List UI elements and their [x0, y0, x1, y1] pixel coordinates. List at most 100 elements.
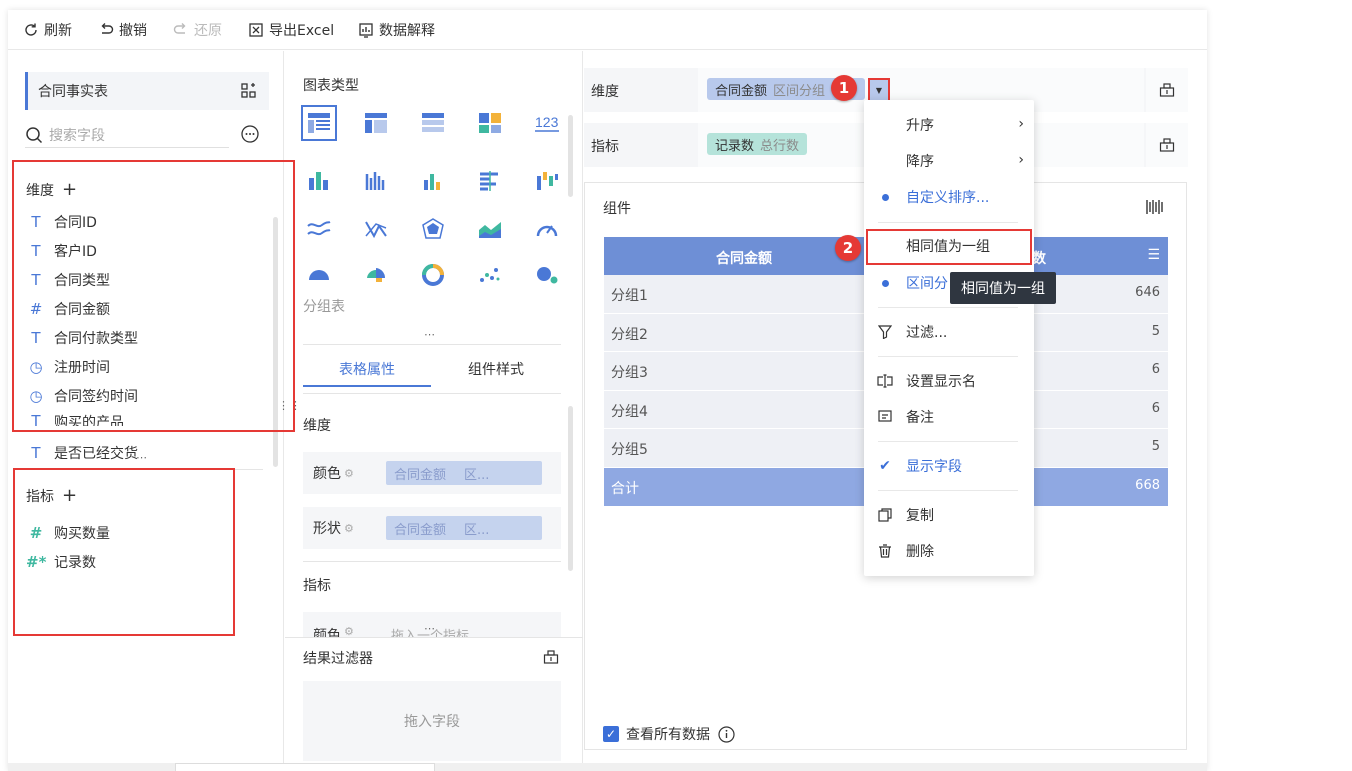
menu-copy[interactable]: 复制 — [864, 501, 1034, 529]
field-item[interactable]: T 是否已经交货 — [26, 442, 138, 464]
measure-row-settings[interactable] — [1146, 123, 1188, 167]
divider — [303, 561, 561, 562]
group-table-icon[interactable] — [301, 105, 337, 141]
color-field-pill[interactable]: 合同金额 区... — [386, 461, 542, 485]
number-card-icon[interactable]: 123 — [529, 105, 565, 141]
dimension-dropdown-toggle[interactable]: ▼ — [868, 78, 890, 102]
field-search[interactable]: 搜索字段 — [25, 122, 229, 148]
waterfall-chart-icon[interactable] — [529, 163, 565, 199]
menu-delete[interactable]: 删除 — [864, 537, 1034, 565]
menu-divider — [878, 356, 1018, 357]
selected-dot-icon — [864, 193, 906, 201]
menu-custom-sort[interactable]: 自定义排序... — [864, 183, 1034, 211]
tab-table-properties[interactable]: 表格属性 — [303, 353, 431, 387]
resize-handle-icon[interactable]: ⋯ — [424, 329, 436, 340]
shape-field-pill[interactable]: 合同金额 区... — [386, 516, 542, 540]
menu-set-display-name[interactable]: 设置显示名 — [864, 367, 1034, 395]
tab-component-style[interactable]: 组件样式 — [431, 353, 561, 387]
view-all-checkbox[interactable]: ✓ — [603, 726, 619, 742]
step-badge: 1 — [831, 75, 857, 101]
settings-icon[interactable]: ⚙ — [344, 467, 354, 480]
menu-filter[interactable]: 过滤... — [864, 318, 1034, 346]
value-cell: 5 — [1151, 323, 1160, 339]
measure-row-label: 指标 — [591, 139, 619, 155]
search-icon — [26, 126, 43, 143]
table-selector[interactable]: 合同事实表 — [25, 72, 269, 110]
measure-field-pill[interactable]: 记录数 总行数 — [707, 133, 808, 155]
horizontal-bar-icon[interactable] — [472, 163, 508, 199]
redo-button[interactable]: 还原 — [173, 20, 222, 40]
excel-icon — [249, 23, 263, 37]
stacked-bar-icon[interactable] — [301, 163, 337, 199]
cross-table-icon[interactable] — [358, 105, 394, 141]
group-cell: 分组3 — [611, 365, 648, 381]
resize-handle-icon[interactable]: ⋯ — [136, 452, 148, 463]
more-icon[interactable] — [241, 125, 259, 143]
explain-data-icon — [359, 23, 373, 38]
undo-button[interactable]: 撤销 — [98, 20, 147, 40]
barcode-icon[interactable] — [1146, 199, 1164, 215]
area-chart-icon[interactable] — [472, 211, 508, 247]
bottom-tab[interactable] — [175, 763, 435, 771]
rose-chart-icon[interactable] — [358, 257, 394, 293]
menu-show-field[interactable]: ✔ 显示字段 — [864, 452, 1034, 480]
detail-table-icon[interactable] — [415, 105, 451, 141]
menu-label: 显示字段 — [906, 459, 962, 475]
menu-label: 自定义排序... — [906, 190, 990, 206]
table-header-cell[interactable]: 合同金额 — [716, 248, 772, 268]
menu-divider — [878, 222, 1018, 223]
resize-handle-icon[interactable]: ⋯ — [424, 623, 436, 634]
line-chart-icon[interactable] — [301, 211, 337, 247]
menu-label: 过滤... — [906, 325, 948, 341]
bubble-chart-icon[interactable] — [529, 257, 565, 293]
export-excel-button[interactable]: 导出Excel — [248, 20, 334, 40]
bar-chart-icon[interactable] — [415, 163, 451, 199]
table-header-cell[interactable]: 数 — [1032, 248, 1046, 268]
copy-icon — [864, 508, 906, 522]
group-cell: 分组4 — [611, 403, 648, 420]
menu-note[interactable]: 备注 — [864, 403, 1034, 431]
pie-chart-icon[interactable] — [301, 257, 337, 293]
shape-property-row[interactable]: 形状 ⚙ 合同金额 区... — [303, 507, 561, 549]
app-window: 刷新 撤销 还原 导出Excel 数据解释 合同事实表 搜索字段 维度 + T … — [8, 10, 1207, 771]
filter-settings-icon[interactable] — [543, 649, 559, 665]
menu-label: 升序 — [906, 118, 934, 134]
menu-label: 备注 — [906, 410, 934, 426]
dimension-highlight-box — [12, 160, 295, 432]
caret-down-icon: ▼ — [875, 85, 883, 95]
field-context-menu: 升序 › 降序 › 自定义排序... 相同值为一组 区间分 过滤... 设置显示… — [864, 100, 1034, 576]
switch-table-icon[interactable] — [240, 82, 258, 100]
chart-config-panel: 图表类型 123 分组表 ⋯ 表格属性 组件样式 维度 颜色 ⚙ 合同金额 区.… — [285, 51, 583, 771]
result-filter-dropzone[interactable]: 拖入字段 — [303, 681, 561, 761]
properties-scrollbar[interactable] — [568, 406, 573, 571]
divider — [303, 393, 561, 394]
grouped-bar-icon[interactable] — [358, 163, 394, 199]
filter-icon — [864, 325, 906, 339]
sort-icon[interactable]: ☰ — [1147, 247, 1160, 263]
radar-chart-icon[interactable] — [415, 211, 451, 247]
dimension-row-settings[interactable] — [1146, 68, 1188, 112]
kpi-card-icon[interactable] — [472, 105, 508, 141]
settings-icon[interactable]: ⚙ — [344, 522, 354, 535]
ring-chart-icon[interactable] — [415, 257, 451, 293]
divider — [303, 344, 561, 345]
dimension-pill-sub: 区间分组 — [773, 83, 826, 99]
chart-type-scrollbar[interactable] — [568, 115, 573, 197]
refresh-button[interactable]: 刷新 — [23, 20, 72, 40]
menu-ascending[interactable]: 升序 › — [864, 111, 1034, 139]
shape-pill-label: 合同金额 — [394, 522, 447, 538]
scatter-line-icon[interactable] — [358, 211, 394, 247]
dimension-pill-label: 合同金额 — [715, 83, 768, 99]
explain-data-button[interactable]: 数据解释 — [358, 20, 435, 40]
color-property-row[interactable]: 颜色 ⚙ 合同金额 区... — [303, 452, 561, 494]
scatter-chart-icon[interactable] — [472, 257, 508, 293]
menu-divider — [878, 490, 1018, 491]
group-cell: 分组1 — [611, 288, 648, 304]
gauge-chart-icon[interactable] — [529, 211, 565, 247]
export-excel-label: 导出Excel — [269, 23, 335, 39]
info-icon[interactable] — [718, 725, 735, 743]
settings-box-icon — [1159, 83, 1175, 97]
toolbar: 刷新 撤销 还原 导出Excel 数据解释 — [8, 10, 1207, 50]
redo-label: 还原 — [194, 23, 222, 39]
menu-descending[interactable]: 降序 › — [864, 147, 1034, 175]
